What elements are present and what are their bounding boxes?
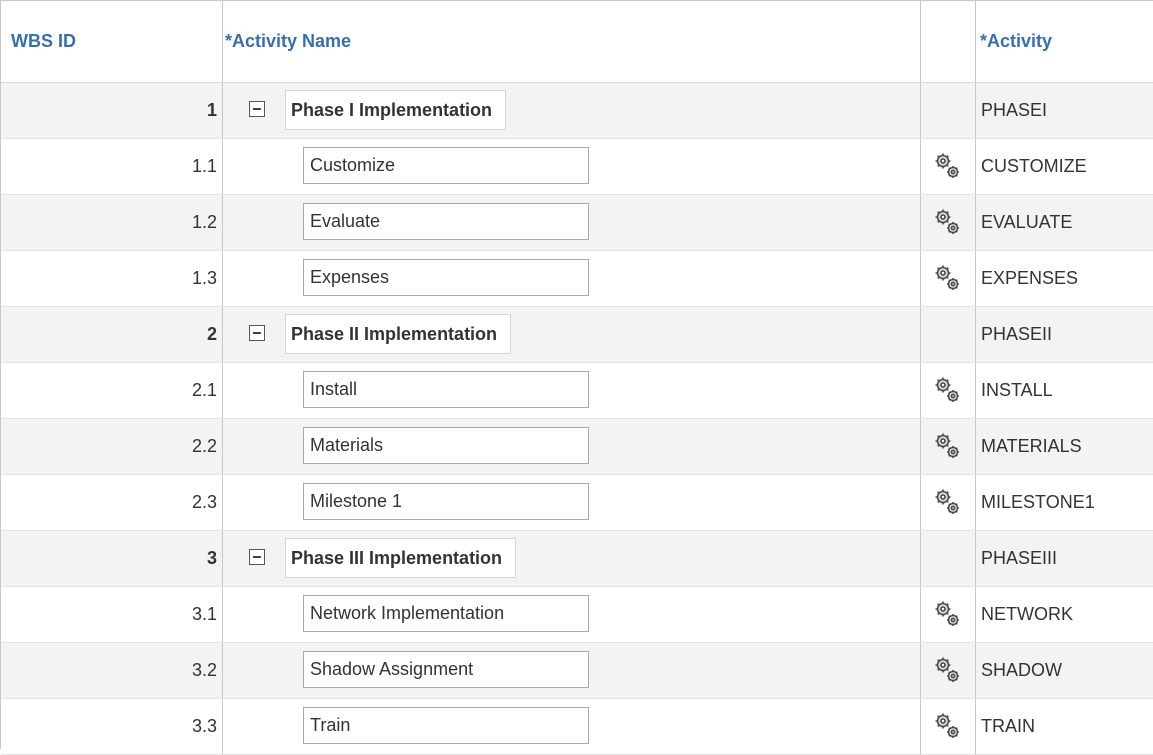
gears-icon[interactable] [933, 263, 963, 293]
activity-name-cell [223, 251, 921, 306]
wbs-id-cell: 3 [1, 531, 223, 586]
table-row-1-3: 1.3 EXPENSES [1, 251, 1153, 307]
collapse-toggle-icon[interactable] [249, 549, 265, 565]
activity-code-cell: TRAIN [981, 716, 1035, 736]
table-row-1-2: 1.2 EVALUATE [1, 195, 1153, 251]
activity-code-cell: MATERIALS [981, 436, 1082, 456]
activity-icon-cell [921, 419, 976, 474]
activity-code-cell: SHADOW [981, 660, 1062, 680]
activity-icon-cell [921, 363, 976, 418]
wbs-id-cell: 1.1 [1, 139, 223, 194]
table-row-2-2: 2.2 MATERIALS [1, 419, 1153, 475]
wbs-id-cell: 1.3 [1, 251, 223, 306]
activity-name-input[interactable] [303, 147, 589, 184]
wbs-activity-grid: WBS ID *Activity Name *Activity 1 Phase … [0, 0, 1153, 755]
wbs-id-cell: 3.3 [1, 699, 223, 754]
activity-code-cell: MILESTONE1 [981, 492, 1095, 512]
wbs-id-cell: 1 [1, 83, 223, 138]
phase-name-label: Phase I Implementation [285, 90, 507, 130]
activity-name-cell [223, 475, 921, 530]
table-row-2: 2 Phase II Implementation PHASEII [1, 307, 1153, 363]
gears-icon[interactable] [933, 599, 963, 629]
activity-name-input[interactable] [303, 427, 589, 464]
activity-code-cell: PHASEIII [981, 548, 1058, 568]
wbs-id-cell: 3.1 [1, 587, 223, 642]
wbs-id-cell: 3.2 [1, 643, 223, 698]
activity-code-cell: CUSTOMIZE [981, 156, 1087, 176]
activity-name-cell [223, 643, 921, 698]
activity-name-input[interactable] [303, 595, 589, 632]
collapse-toggle-icon[interactable] [249, 325, 265, 341]
gears-icon[interactable] [933, 711, 963, 741]
table-row-3: 3 Phase III Implementation PHASEIII [1, 531, 1153, 587]
activity-name-cell [223, 419, 921, 474]
phase-name-label: Phase II Implementation [285, 314, 512, 354]
activity-icon-cell [921, 195, 976, 250]
activity-icon-cell [921, 475, 976, 530]
header-activity-name[interactable]: *Activity Name [223, 1, 921, 82]
gears-icon[interactable] [933, 375, 963, 405]
activity-name-input[interactable] [303, 483, 589, 520]
table-row-2-3: 2.3 MILESTONE 1 [1, 475, 1153, 531]
activity-name-input[interactable] [303, 259, 589, 296]
activity-name-cell: Phase I Implementation [223, 83, 921, 138]
gears-icon[interactable] [933, 655, 963, 685]
gears-icon[interactable] [933, 151, 963, 181]
wbs-id-cell: 1.2 [1, 195, 223, 250]
activity-name-cell: Phase III Implementation [223, 531, 921, 586]
gears-icon[interactable] [933, 431, 963, 461]
activity-name-input[interactable] [303, 371, 589, 408]
activity-icon-cell [921, 699, 976, 754]
table-row-1-1: 1.1 CUSTOMIZE [1, 139, 1153, 195]
activity-name-cell: Phase II Implementation [223, 307, 921, 362]
grid-body: 1 Phase I Implementation PHASEI 1.1 CUST… [1, 83, 1153, 755]
activity-icon-cell [921, 531, 976, 586]
table-row-3-3: 3.3 TRAIN [1, 699, 1153, 755]
wbs-id-cell: 2 [1, 307, 223, 362]
activity-code-cell: INSTALL [981, 380, 1053, 400]
activity-name-input[interactable] [303, 651, 589, 688]
header-icon-column [921, 1, 976, 82]
header-activity[interactable]: *Activity [976, 1, 1153, 82]
activity-icon-cell [921, 643, 976, 698]
activity-name-cell [223, 363, 921, 418]
table-row-2-1: 2.1 INSTALL [1, 363, 1153, 419]
activity-icon-cell [921, 83, 976, 138]
collapse-toggle-icon[interactable] [249, 101, 265, 117]
wbs-id-cell: 2.2 [1, 419, 223, 474]
table-row-3-1: 3.1 NETWORK [1, 587, 1153, 643]
activity-code-cell: NETWORK [981, 604, 1073, 624]
grid-header: WBS ID *Activity Name *Activity [1, 1, 1153, 83]
activity-code-cell: EXPENSES [981, 268, 1079, 288]
activity-code-cell: EVALUATE [981, 212, 1073, 232]
table-row-3-2: 3.2 SHADOW [1, 643, 1153, 699]
gears-icon[interactable] [933, 207, 963, 237]
activity-name-cell [223, 195, 921, 250]
phase-name-label: Phase III Implementation [285, 538, 517, 578]
activity-name-input[interactable] [303, 707, 589, 744]
table-row-1: 1 Phase I Implementation PHASEI [1, 83, 1153, 139]
wbs-id-cell: 2.1 [1, 363, 223, 418]
gears-icon[interactable] [933, 487, 963, 517]
activity-icon-cell [921, 587, 976, 642]
activity-name-input[interactable] [303, 203, 589, 240]
activity-code-cell: PHASEI [981, 100, 1048, 120]
activity-name-cell [223, 699, 921, 754]
activity-icon-cell [921, 251, 976, 306]
activity-name-cell [223, 139, 921, 194]
header-wbs-id[interactable]: WBS ID [1, 1, 223, 82]
activity-icon-cell [921, 307, 976, 362]
activity-name-cell [223, 587, 921, 642]
activity-code-cell: PHASEII [981, 324, 1053, 344]
wbs-id-cell: 2.3 [1, 475, 223, 530]
activity-icon-cell [921, 139, 976, 194]
